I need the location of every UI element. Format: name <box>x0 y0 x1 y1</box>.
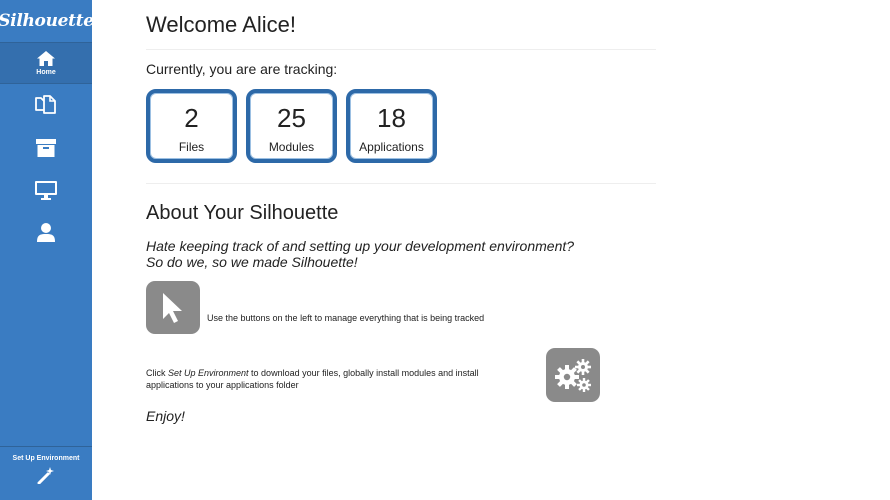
sidebar-item-account[interactable] <box>0 211 92 254</box>
stat-value: 2 <box>184 103 199 133</box>
stat-label: Files <box>178 140 205 154</box>
brand-logo[interactable]: Silhouette <box>0 0 94 42</box>
sidebar-item-applications[interactable] <box>0 169 92 211</box>
divider <box>146 49 656 50</box>
stat-value: 18 <box>377 103 406 133</box>
stat-value: 25 <box>277 103 306 133</box>
divider <box>146 183 656 184</box>
setup-environment-label: Set Up Environment <box>12 455 80 462</box>
info-setup-prefix: Click <box>146 368 168 378</box>
stat-files: 2 Files <box>146 89 237 163</box>
page-title: Welcome Alice! <box>146 12 296 37</box>
stat-label: Modules <box>268 140 315 154</box>
archive-icon <box>36 138 56 157</box>
about-heading: About Your Silhouette <box>146 202 339 224</box>
stat-modules: 25 Modules <box>246 89 337 163</box>
tracking-heading: Currently, you are are tracking: <box>146 61 338 77</box>
info-buttons-text: Use the buttons on the left to manage ev… <box>207 313 485 323</box>
gears-icon <box>555 359 591 392</box>
user-icon <box>37 223 55 242</box>
files-icon <box>35 95 56 114</box>
stat-label: Applications <box>359 140 424 154</box>
magic-wand-icon <box>37 467 54 484</box>
sidebar-item-modules[interactable] <box>0 126 92 169</box>
sidebar-item-label: Home <box>36 68 56 76</box>
gears-tile <box>546 348 600 402</box>
sidebar-item-home[interactable]: Home <box>0 42 92 84</box>
cursor-icon <box>163 292 182 323</box>
tagline-line-2: So do we, so we made Silhouette! <box>146 254 358 270</box>
sidebar-item-files[interactable] <box>0 84 92 126</box>
sidebar: Silhouette Home Set Up Environment <box>0 0 94 500</box>
tagline-line-1: Hate keeping track of and setting up you… <box>146 238 575 254</box>
home-icon <box>37 50 55 66</box>
stat-applications: 18 Applications <box>346 89 437 163</box>
info-setup-emphasis: Set Up Environment <box>168 368 249 378</box>
setup-environment-button[interactable]: Set Up Environment <box>0 446 92 500</box>
info-setup-text: Click Set Up Environment to download you… <box>146 367 516 391</box>
desktop-icon <box>35 180 57 200</box>
enjoy-text: Enjoy! <box>146 408 185 424</box>
cursor-tile <box>146 281 200 334</box>
